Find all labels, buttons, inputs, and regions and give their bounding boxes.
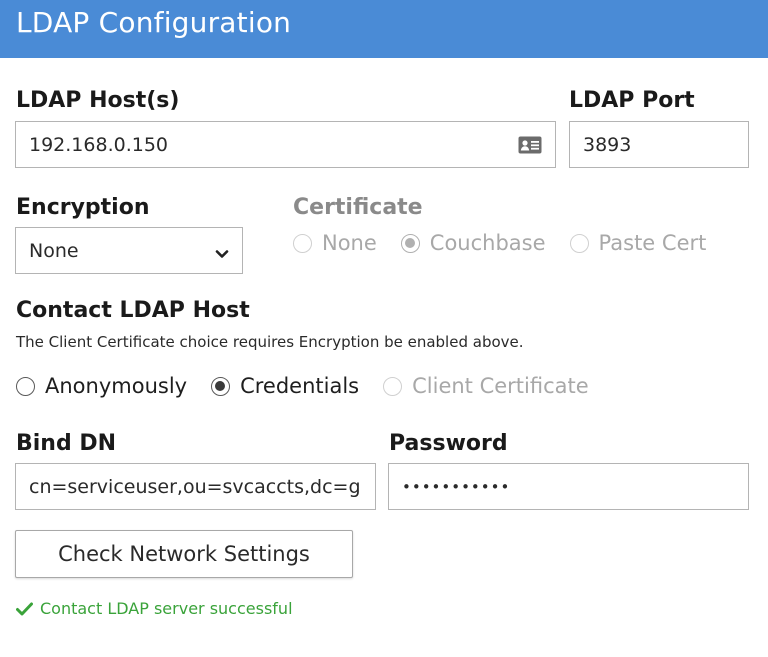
status-message: Contact LDAP server successful xyxy=(16,599,293,618)
password-input[interactable]: ••••••••••• xyxy=(388,463,749,510)
page-title: LDAP Configuration xyxy=(16,6,292,39)
contact-option-credentials[interactable]: Credentials xyxy=(211,374,359,398)
certificate-option-couchbase[interactable]: Couchbase xyxy=(400,231,546,255)
contact-ldap-host-label: Contact LDAP Host xyxy=(16,298,250,323)
radio-selected-icon xyxy=(211,376,231,396)
contact-option-client-certificate[interactable]: Client Certificate xyxy=(383,374,589,398)
encryption-selected: None xyxy=(29,239,79,262)
certificate-radio-group: None Couchbase Paste Cert xyxy=(293,231,706,255)
ldap-host-input[interactable]: 192.168.0.150 xyxy=(15,121,556,168)
contact-radio-group: Anonymously Credentials Client Certifica… xyxy=(16,374,589,398)
radio-circle-icon xyxy=(383,376,403,396)
checkmark-icon xyxy=(16,602,33,615)
ldap-port-label: LDAP Port xyxy=(569,88,695,113)
certificate-label: Certificate xyxy=(293,195,423,220)
certificate-option-none[interactable]: None xyxy=(293,231,377,255)
ldap-port-input[interactable]: 3893 xyxy=(569,121,749,168)
radio-circle-icon xyxy=(569,233,589,253)
status-text: Contact LDAP server successful xyxy=(40,599,293,618)
contact-option-anonymously[interactable]: Anonymously xyxy=(16,374,187,398)
check-network-settings-button[interactable]: Check Network Settings xyxy=(15,530,353,578)
contact-card-icon[interactable] xyxy=(518,136,542,154)
bind-dn-label: Bind DN xyxy=(16,431,117,456)
page-header: LDAP Configuration xyxy=(0,0,768,58)
ldap-host-label: LDAP Host(s) xyxy=(16,88,180,113)
ldap-host-value: 192.168.0.150 xyxy=(29,133,169,156)
encryption-select[interactable]: None xyxy=(15,227,243,274)
radio-circle-icon xyxy=(293,233,312,253)
bind-dn-input[interactable]: cn=serviceuser,ou=svcaccts,dc=gl xyxy=(15,463,376,510)
radio-circle-icon xyxy=(16,376,35,396)
chevron-down-icon xyxy=(215,244,229,258)
ldap-port-value: 3893 xyxy=(583,133,632,156)
password-value: ••••••••••• xyxy=(402,477,511,496)
contact-helper-text: The Client Certificate choice requires E… xyxy=(16,333,524,351)
radio-selected-icon xyxy=(400,233,420,253)
password-label: Password xyxy=(389,431,508,456)
encryption-label: Encryption xyxy=(16,195,150,220)
bind-dn-value: cn=serviceuser,ou=svcaccts,dc=gl xyxy=(29,475,362,498)
certificate-option-paste-cert[interactable]: Paste Cert xyxy=(569,231,706,255)
